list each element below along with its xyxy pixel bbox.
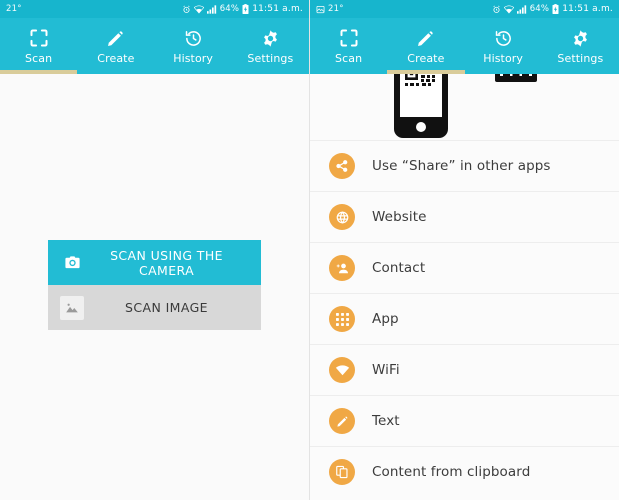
pencil-icon xyxy=(106,27,125,49)
battery-charging-icon xyxy=(242,4,249,14)
signal-bars-icon xyxy=(516,4,527,14)
list-item-contact[interactable]: Contact xyxy=(310,242,619,293)
scan-screen-body: SCAN USING THE CAMERA SCAN IMAGE xyxy=(0,74,309,500)
wifi-icon xyxy=(193,5,204,14)
apps-grid-icon xyxy=(329,306,355,332)
battery-charging-icon xyxy=(552,4,559,14)
list-item-app-label: App xyxy=(372,311,399,327)
scan-image-label: SCAN IMAGE xyxy=(125,300,208,315)
list-item-wifi-label: WiFi xyxy=(372,362,400,378)
status-bar-left: 21° 64% 11:51 a.m. xyxy=(0,0,309,18)
right-phone-screen: 21° 64% 11:51 a.m. Scan Create History S… xyxy=(310,0,619,500)
scan-using-camera-label: SCAN USING THE CAMERA xyxy=(110,247,223,278)
list-item-website[interactable]: Website xyxy=(310,191,619,242)
status-bar-right: 21° 64% 11:51 a.m. xyxy=(310,0,619,18)
tab-settings-label: Settings xyxy=(557,52,604,65)
battery-percent-label: 64% xyxy=(219,4,240,14)
history-clock-icon xyxy=(184,27,203,49)
tab-scan[interactable]: Scan xyxy=(0,18,77,74)
tab-bar-right: Scan Create History Settings xyxy=(310,18,619,74)
status-bar-right-group: 64% 11:51 a.m. xyxy=(182,4,303,14)
tab-bar-left: Scan Create History Settings xyxy=(0,18,309,74)
tab-scan-label: Scan xyxy=(335,52,363,65)
pencil-icon xyxy=(416,27,435,49)
tab-settings-label: Settings xyxy=(247,52,294,65)
list-item-app[interactable]: App xyxy=(310,293,619,344)
clipboard-copy-icon xyxy=(329,459,355,485)
create-options-list: Use “Share” in other apps Website Contac… xyxy=(310,140,619,497)
tab-settings[interactable]: Settings xyxy=(542,18,619,74)
wifi-icon xyxy=(503,5,514,14)
list-item-share[interactable]: Use “Share” in other apps xyxy=(310,140,619,191)
wifi-signal-icon xyxy=(329,357,355,383)
contact-add-icon xyxy=(329,255,355,281)
alarm-icon xyxy=(182,5,191,14)
scan-image-button[interactable]: SCAN IMAGE xyxy=(48,285,261,330)
tab-create-label: Create xyxy=(97,52,135,65)
scan-using-camera-button[interactable]: SCAN USING THE CAMERA xyxy=(48,240,261,285)
left-phone-screen: 21° 64% 11:51 a.m. Scan Create History S… xyxy=(0,0,309,500)
tab-create[interactable]: Create xyxy=(77,18,154,74)
alarm-icon xyxy=(492,5,501,14)
card-scanner-art xyxy=(492,74,540,140)
status-bar-right-group: 64% 11:51 a.m. xyxy=(492,4,613,14)
status-bar-left-group: 21° xyxy=(316,4,492,14)
tab-create-label: Create xyxy=(407,52,445,65)
temperature-indicator: 21° xyxy=(328,4,344,14)
globe-icon xyxy=(329,204,355,230)
temperature-indicator: 21° xyxy=(6,4,22,14)
list-item-wifi[interactable]: WiFi xyxy=(310,344,619,395)
history-clock-icon xyxy=(494,27,513,49)
scan-action-buttons: SCAN USING THE CAMERA SCAN IMAGE xyxy=(48,240,261,330)
gear-icon xyxy=(261,27,280,49)
phone-with-qr-code-art xyxy=(390,74,452,140)
tab-settings[interactable]: Settings xyxy=(232,18,309,74)
list-item-share-label: Use “Share” in other apps xyxy=(372,158,551,174)
list-item-contact-label: Contact xyxy=(372,260,426,276)
clock-label: 11:51 a.m. xyxy=(562,4,613,14)
camera-icon xyxy=(60,251,84,275)
image-icon xyxy=(60,295,84,320)
clock-label: 11:51 a.m. xyxy=(252,4,303,14)
create-screen-body: Use “Share” in other apps Website Contac… xyxy=(310,74,619,500)
list-item-clipboard-label: Content from clipboard xyxy=(372,464,531,480)
list-item-text-label: Text xyxy=(372,413,400,429)
tab-create[interactable]: Create xyxy=(387,18,464,74)
tab-scan[interactable]: Scan xyxy=(310,18,387,74)
tab-history[interactable]: History xyxy=(465,18,542,74)
gear-icon xyxy=(571,27,590,49)
list-item-website-label: Website xyxy=(372,209,427,225)
status-bar-left-group: 21° xyxy=(6,4,182,14)
scan-frame-icon xyxy=(29,27,49,49)
tab-history-label: History xyxy=(173,52,214,65)
create-hero-illustration xyxy=(310,74,619,140)
pencil-icon xyxy=(329,408,355,434)
tab-history-label: History xyxy=(483,52,524,65)
tab-history[interactable]: History xyxy=(155,18,232,74)
scan-frame-icon xyxy=(339,27,359,49)
signal-bars-icon xyxy=(206,4,217,14)
tab-scan-label: Scan xyxy=(25,52,53,65)
screenshot-icon xyxy=(316,5,325,14)
list-item-clipboard[interactable]: Content from clipboard xyxy=(310,446,619,497)
battery-percent-label: 64% xyxy=(529,4,550,14)
share-icon xyxy=(329,153,355,179)
dual-screenshot-container: 21° 64% 11:51 a.m. Scan Create History S… xyxy=(0,0,619,500)
list-item-text[interactable]: Text xyxy=(310,395,619,446)
